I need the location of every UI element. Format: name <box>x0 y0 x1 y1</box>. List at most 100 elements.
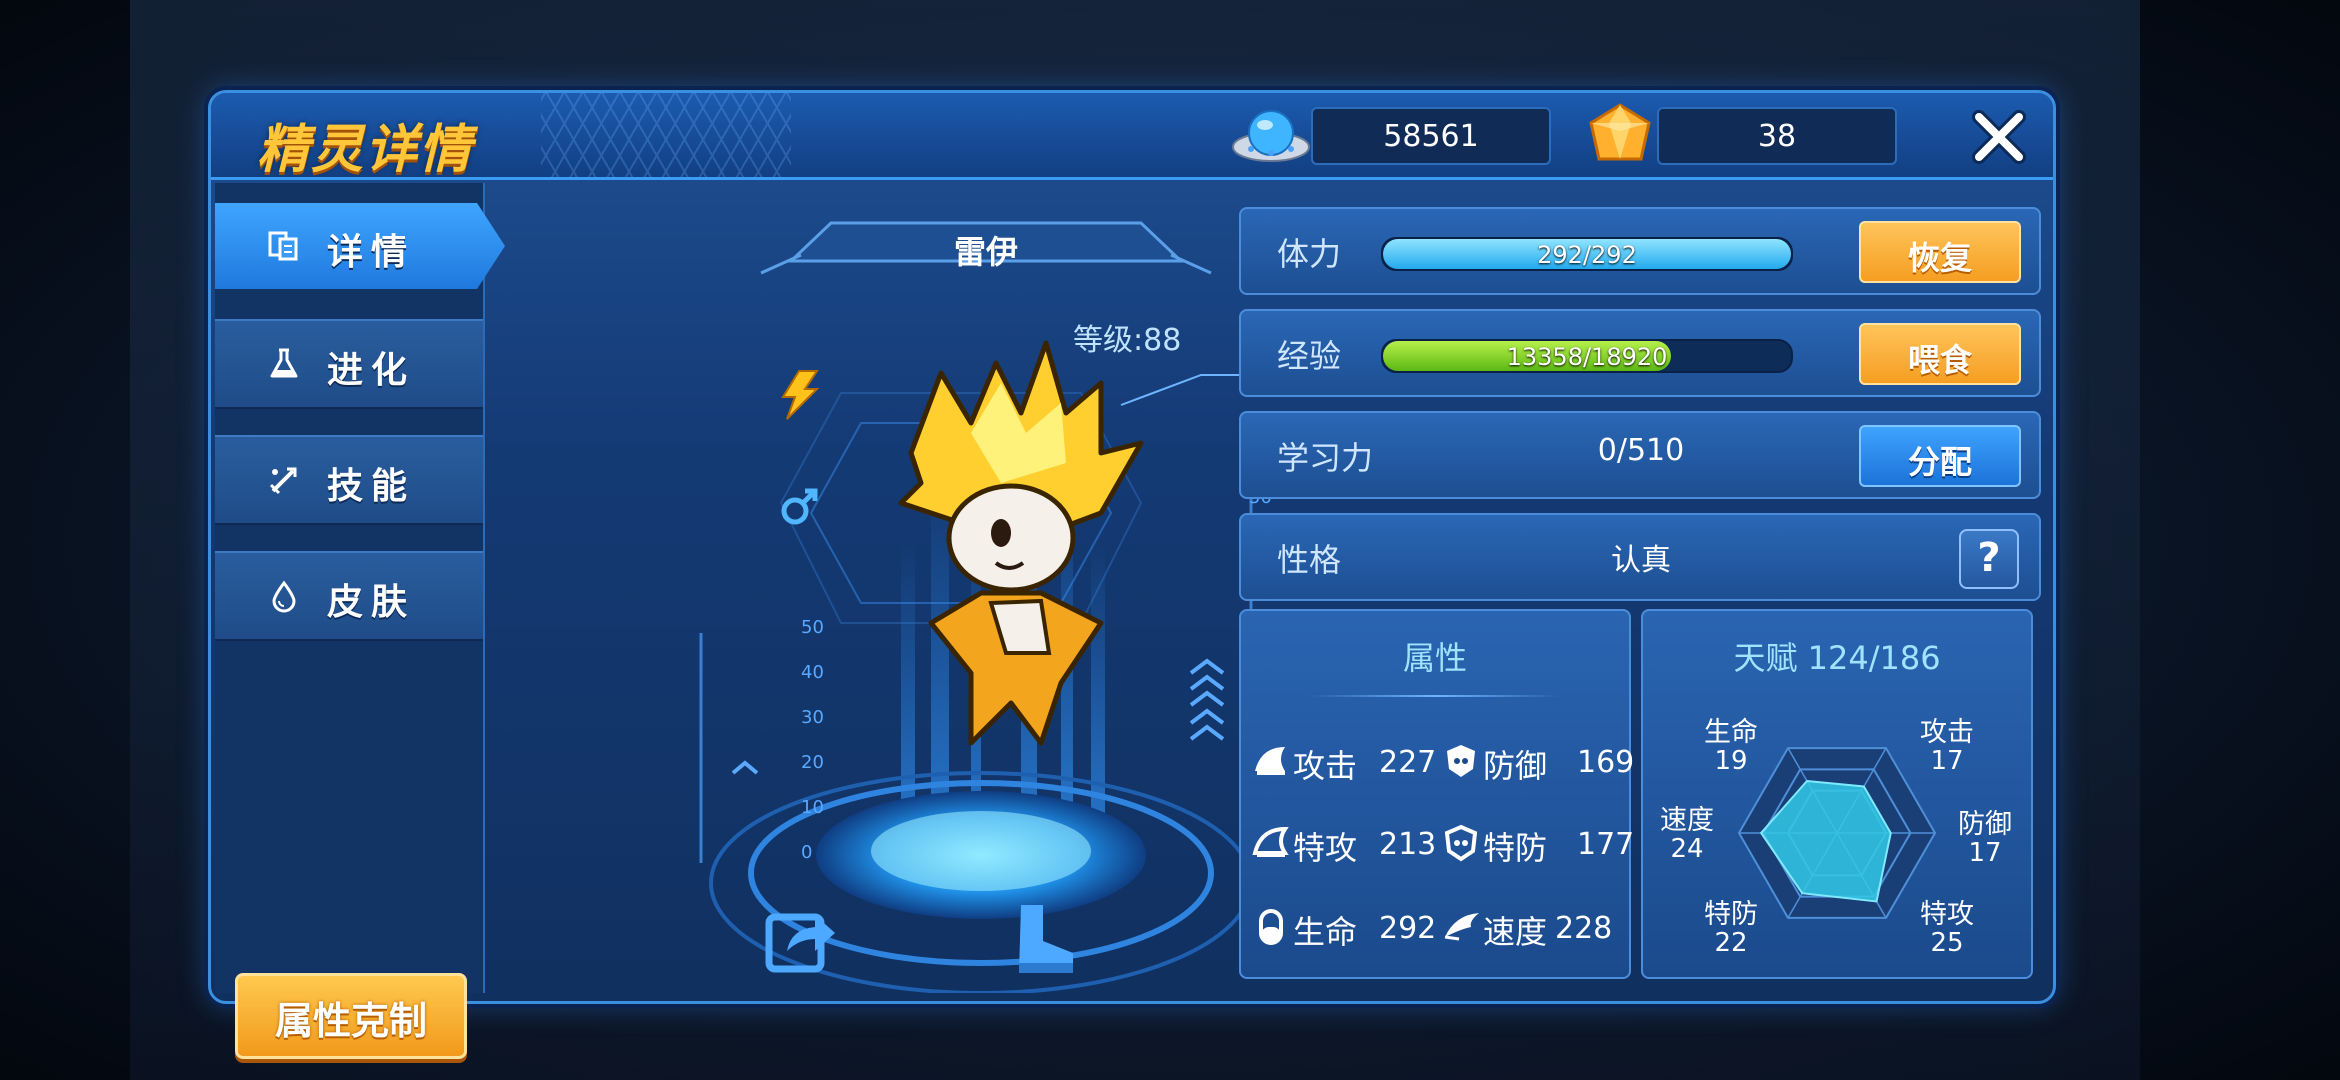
pet-level: 等级:88 <box>1073 323 1182 358</box>
close-icon <box>1972 110 2026 164</box>
exp-row: 经验 13358/18920 喂食 <box>1239 309 2041 397</box>
talent-sp-attack-name: 特攻 <box>1920 899 1974 930</box>
talent-sp-defense: 特防 22 <box>1691 899 1771 958</box>
diamond-icon <box>1583 101 1657 171</box>
restore-label: 恢复 <box>1907 239 1972 277</box>
wing-icon <box>1444 913 1479 941</box>
stat-attack: 攻击 227 <box>1251 735 1441 785</box>
learning-label: 学习力 <box>1277 439 1374 477</box>
tab-skins[interactable]: 皮肤 <box>215 551 483 641</box>
tab-details-label: 详情 <box>327 232 416 273</box>
stat-hp: 生命 292 <box>1251 901 1441 951</box>
talent-speed-value: 24 <box>1670 834 1704 864</box>
restore-button[interactable]: 恢复 <box>1859 221 2021 283</box>
stat-defense-name: 防御 <box>1483 747 1548 785</box>
stat-sp-defense-name: 特防 <box>1483 829 1548 867</box>
pet-details-dialog: 精灵详情 58561 38 详情 进化 技能 皮肤 属性克制 50 40 30 … <box>208 90 2056 1059</box>
learning-value: 0/510 <box>1597 433 1685 468</box>
coin-counter: 58561 <box>1311 107 1551 165</box>
attributes-card: 属性 攻击 227 防御 169 特攻 213 特防 177 生命 292 速度… <box>1239 609 1634 979</box>
coin-saucer-icon <box>1231 103 1311 169</box>
diamond-value: 38 <box>1757 119 1797 154</box>
talent-speed-name: 速度 <box>1660 805 1714 836</box>
stat-sp-attack-value: 213 <box>1379 827 1437 862</box>
defense-icon <box>1447 745 1475 777</box>
hex-pattern <box>541 93 791 177</box>
stat-hp-name: 生命 <box>1293 913 1358 951</box>
hp-bar: 292/292 <box>1381 237 1793 271</box>
talent-attack: 攻击 17 <box>1907 717 1987 776</box>
hp-row: 体力 292/292 恢复 <box>1239 207 2041 295</box>
talent-sp-attack-value: 25 <box>1930 928 1964 958</box>
help-icon: ? <box>1977 535 2001 581</box>
sidebar: 详情 进化 技能 皮肤 属性克制 <box>215 183 505 1059</box>
stat-hp-value: 292 <box>1379 911 1437 946</box>
feed-button[interactable]: 喂食 <box>1859 323 2021 385</box>
gauge-tick: 20 <box>801 752 824 773</box>
tab-evolution-label: 进化 <box>327 350 416 391</box>
hp-value: 292/292 <box>1537 241 1637 269</box>
stat-defense: 防御 169 <box>1441 735 1634 785</box>
allocate-button[interactable]: 分配 <box>1859 425 2021 487</box>
tab-skills[interactable]: 技能 <box>215 435 483 525</box>
share-icon <box>765 913 835 973</box>
stat-attack-value: 227 <box>1379 745 1437 780</box>
attributes-title: 属性 <box>1402 639 1467 677</box>
dialog-title: 精灵详情 <box>257 120 474 180</box>
talent-sp-defense-value: 22 <box>1714 928 1748 958</box>
stat-speed: 速度 228 <box>1441 901 1621 951</box>
gauge-tick: 30 <box>801 707 824 728</box>
boots-button[interactable] <box>1009 901 1081 977</box>
share-button[interactable] <box>763 901 839 977</box>
stat-sp-defense: 特防 177 <box>1441 817 1634 867</box>
coin-value: 58561 <box>1383 119 1479 154</box>
talent-sp-defense-name: 特防 <box>1704 899 1758 930</box>
gauge-tick: 40 <box>801 662 824 683</box>
diamond-counter: 38 <box>1657 107 1897 165</box>
talent-attack-name: 攻击 <box>1920 717 1974 748</box>
talent-defense-value: 17 <box>1968 838 2002 868</box>
sp-attack-icon <box>1252 826 1289 857</box>
male-icon <box>777 483 823 529</box>
stat-speed-value: 228 <box>1555 911 1613 946</box>
tab-skins-label: 皮肤 <box>327 582 416 623</box>
boot-icon <box>1019 905 1073 973</box>
nature-value: 认真 <box>1611 543 1671 578</box>
sword-icon <box>269 467 297 495</box>
stat-sp-defense-value: 177 <box>1577 827 1635 862</box>
tab-details[interactable]: 详情 <box>215 203 505 289</box>
details-icon <box>268 231 298 261</box>
dialog-header: 精灵详情 58561 38 <box>211 93 2053 180</box>
exp-bar: 13358/18920 <box>1381 339 1793 373</box>
pet-name: 雷伊 <box>953 233 1018 271</box>
talent-hp: 生命 19 <box>1691 717 1771 776</box>
stat-defense-value: 169 <box>1577 745 1635 780</box>
feed-label: 喂食 <box>1907 341 1972 379</box>
stat-sp-attack: 特攻 213 <box>1251 817 1441 867</box>
gauge-tick: 10 <box>801 797 824 818</box>
close-button[interactable] <box>1971 109 2027 165</box>
exp-label: 经验 <box>1277 337 1342 375</box>
type-counter-label: 属性克制 <box>274 999 427 1043</box>
talent-defense: 防御 17 <box>1945 811 2025 868</box>
tab-skills-label: 技能 <box>327 466 416 507</box>
allocate-label: 分配 <box>1907 443 1972 481</box>
help-button[interactable]: ? <box>1959 529 2019 589</box>
flask-icon <box>270 348 298 378</box>
stat-speed-name: 速度 <box>1483 913 1548 951</box>
attack-icon <box>1255 747 1285 775</box>
hp-label: 体力 <box>1277 235 1342 273</box>
lightning-icon <box>777 369 823 421</box>
gauge-tick: 0 <box>801 842 813 863</box>
tab-evolution[interactable]: 进化 <box>215 319 483 409</box>
stat-attack-name: 攻击 <box>1293 747 1358 785</box>
talent-speed: 速度 24 <box>1647 805 1727 864</box>
exp-value: 13358/18920 <box>1506 343 1668 371</box>
nature-row: 性格 认真 ? <box>1239 513 2041 601</box>
talent-hp-value: 19 <box>1714 746 1748 776</box>
sp-defense-icon <box>1444 824 1478 862</box>
type-counter-button[interactable]: 属性克制 <box>235 973 467 1059</box>
learning-row: 学习力 0/510 分配 <box>1239 411 2041 499</box>
talent-hp-name: 生命 <box>1704 717 1758 748</box>
gauge-tick: 50 <box>801 617 824 638</box>
